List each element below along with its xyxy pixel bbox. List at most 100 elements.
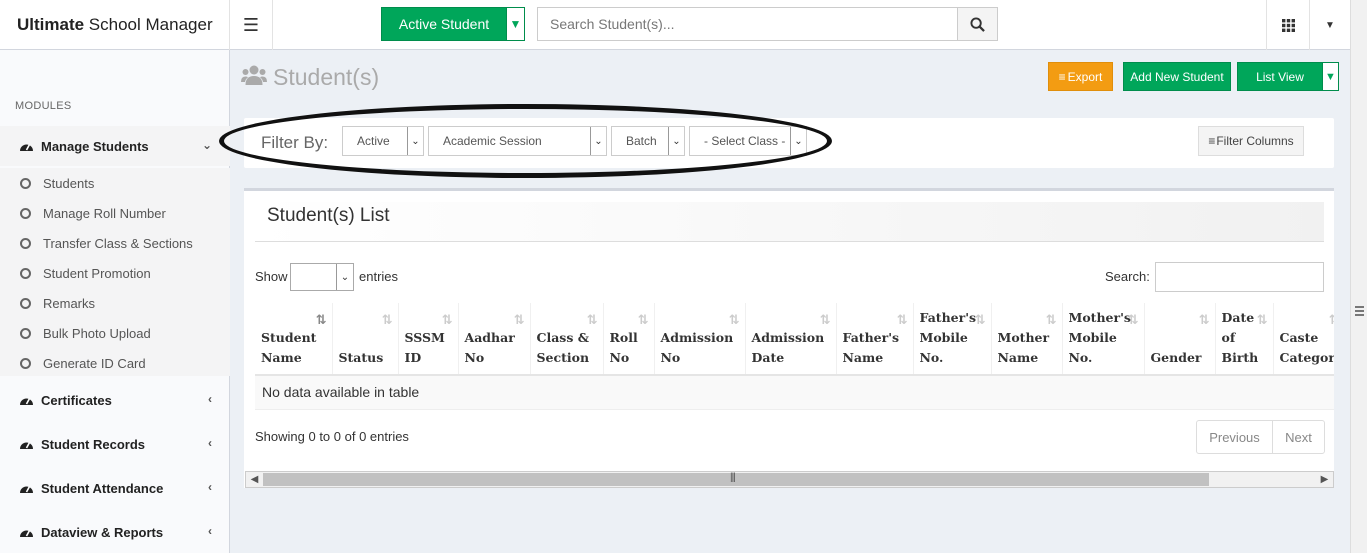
scrollbar-thumb[interactable] [263,472,1209,486]
column-label: Class & Section [536,330,590,365]
column-header-roll-no[interactable]: Roll No ⇅ [603,303,655,376]
dashboard-icon [18,138,34,154]
status-select[interactable]: Active ⌄ [342,126,424,156]
sidebar-subitem-label: Remarks [43,295,96,311]
scroll-right-icon[interactable]: ▶ [1316,472,1333,487]
scrollbar-grip[interactable] [1355,306,1364,316]
sidebar-subitem-remarks[interactable]: Remarks [20,288,95,318]
column-header-status[interactable]: Status ⇅ [332,303,399,376]
academic-session-select[interactable]: Academic Session ⌄ [428,126,607,156]
search-button[interactable] [957,8,997,40]
chevron-down-icon[interactable]: ▼ [506,8,524,40]
circle-icon [20,357,31,369]
column-header-aadhar-no[interactable]: Aadhar No ⇅ [458,303,531,376]
dashboard-icon [18,436,34,452]
column-header-fathers-mobile[interactable]: Father's Mobile No. ⇅ [913,303,992,376]
column-header-mother-name[interactable]: Mother Name ⇅ [991,303,1063,376]
column-header-mothers-mobile[interactable]: Mother's Mobile No. ⇅ [1062,303,1145,376]
sort-icon: ⇅ [896,313,908,328]
circle-icon [20,267,31,279]
add-new-student-label: Add New Student [1130,69,1224,84]
column-label: Roll No [609,330,638,365]
chevron-left-icon: ‹ [208,436,212,450]
circle-icon [20,327,31,339]
column-label: Mother Name [997,330,1050,365]
horizontal-scrollbar[interactable]: ◀ ▶ [245,471,1334,488]
list-view-button[interactable]: List View ▼ [1237,62,1339,91]
next-page-button[interactable]: Next [1273,421,1324,453]
active-student-button[interactable]: Active Student ▼ [381,7,525,41]
filter-columns-label: Filter Columns [1216,134,1294,148]
column-header-admission-date[interactable]: Admission Date ⇅ [745,303,837,376]
sidebar-subitem-student-promotion[interactable]: Student Promotion [20,258,151,288]
chevron-down-icon: ⌄ [590,127,606,155]
user-menu-button[interactable]: ▼ [1309,0,1350,50]
chevron-left-icon: ‹ [208,480,212,494]
student-search-input[interactable] [538,8,957,40]
chevron-down-icon: ⌄ [336,264,353,290]
sort-icon: ⇅ [637,313,649,328]
export-label: Export [1067,69,1103,84]
column-label: Gender [1150,350,1202,365]
users-icon [241,64,267,91]
dashboard-icon [18,524,34,540]
column-header-student-name[interactable]: Student Name ⇅ [255,303,333,376]
sidebar-toggle-button[interactable]: ☰ [230,0,273,50]
sidebar-item-student-attendance[interactable]: Student Attendance ‹ [0,468,230,508]
export-button[interactable]: ≡ Export [1048,62,1113,91]
column-header-caste-category[interactable]: Caste Category⇅ [1273,303,1334,376]
batch-select[interactable]: Batch ⌄ [611,126,685,156]
sidebar-subitem-label: Manage Roll Number [43,205,166,221]
sidebar-item-manage-students[interactable]: Manage Students ⌄ [0,126,230,166]
sort-icon: ⇅ [1329,311,1334,331]
column-header-date-of-birth[interactable]: Date of Birth ⇅ [1215,303,1274,376]
table-search-input[interactable] [1155,262,1324,292]
sidebar-subitem-generate-id-card[interactable]: Generate ID Card [20,348,146,378]
sort-icon: ⇅ [1127,313,1139,328]
sort-icon: ⇅ [1045,313,1057,328]
dashboard-icon [18,480,34,496]
brand-logo[interactable]: Ultimate School Manager [0,0,230,50]
chevron-left-icon: ‹ [208,392,212,406]
sort-icon: ⇅ [1198,313,1210,328]
column-header-class-section[interactable]: Class & Section ⇅ [530,303,604,376]
sidebar-item-certificates[interactable]: Certificates ‹ [0,380,230,420]
sidebar-item-label: Certificates [41,392,112,408]
column-label: SSSM ID [404,330,445,365]
manage-students-submenu: Students Manage Roll Number Transfer Cla… [0,168,230,376]
vertical-scrollbar[interactable] [1350,0,1367,553]
sort-icon: ⇅ [381,313,393,328]
chevron-left-icon: ‹ [208,524,212,538]
previous-page-button[interactable]: Previous [1197,421,1273,453]
sidebar-subitem-manage-roll-number[interactable]: Manage Roll Number [20,198,166,228]
page-title-text: Student(s) [273,64,380,90]
sort-icon: ⇅ [974,313,986,328]
academic-session-value: Academic Session [443,134,542,148]
sidebar-subitem-bulk-photo-upload[interactable]: Bulk Photo Upload [20,318,151,348]
table-row: No data available in table [255,375,1334,410]
entries-per-page-select[interactable]: ⌄ [290,263,354,291]
dashboard-icon [18,392,34,408]
class-select[interactable]: - Select Class - ⌄ [689,126,807,156]
sidebar-item-dataview-reports[interactable]: Dataview & Reports ‹ [0,512,230,552]
circle-icon [20,237,31,249]
chevron-down-icon[interactable]: ▼ [1322,63,1338,90]
sort-icon: ⇅ [586,313,598,328]
sort-icon: ⇅ [315,313,327,328]
sidebar-subitem-students[interactable]: Students [20,168,94,198]
apps-grid-button[interactable] [1266,0,1309,50]
column-header-gender[interactable]: Gender ⇅ [1144,303,1216,376]
chevron-down-icon: ⌄ [790,127,806,155]
column-header-sssm-id[interactable]: SSSM ID ⇅ [398,303,459,376]
entries-label: entries [359,269,399,284]
column-label: Date of Birth [1221,310,1259,365]
sidebar-item-student-records[interactable]: Student Records ‹ [0,424,230,464]
sidebar-subitem-transfer-class[interactable]: Transfer Class & Sections [20,228,193,258]
filter-columns-button[interactable]: ≡ Filter Columns [1198,126,1304,156]
scroll-left-icon[interactable]: ◀ [246,472,263,487]
sidebar-item-label: Student Attendance [41,480,164,496]
add-new-student-button[interactable]: Add New Student [1123,62,1231,91]
column-header-fathers-name[interactable]: Father's Name ⇅ [836,303,914,376]
column-header-admission-no[interactable]: Admission No ⇅ [654,303,746,376]
show-label: Show [255,269,288,284]
